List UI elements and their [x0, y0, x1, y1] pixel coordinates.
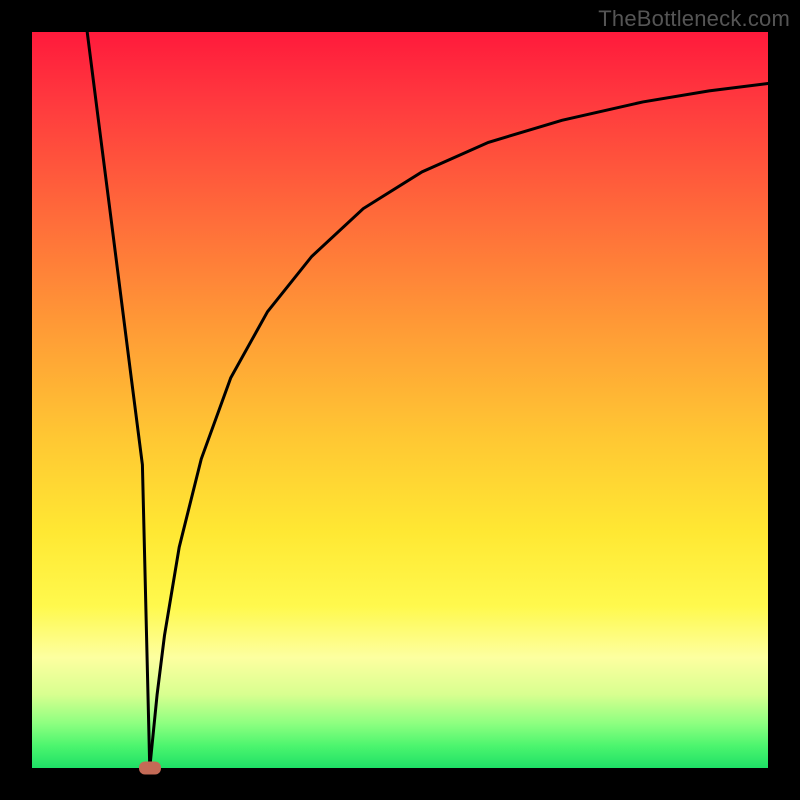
curve-vertex-marker: [139, 762, 161, 775]
chart-curve-layer: [32, 32, 768, 768]
curve-right-branch: [150, 84, 768, 768]
watermark-text: TheBottleneck.com: [598, 6, 790, 32]
chart-frame: TheBottleneck.com: [0, 0, 800, 800]
curve-left-branch: [87, 32, 150, 768]
